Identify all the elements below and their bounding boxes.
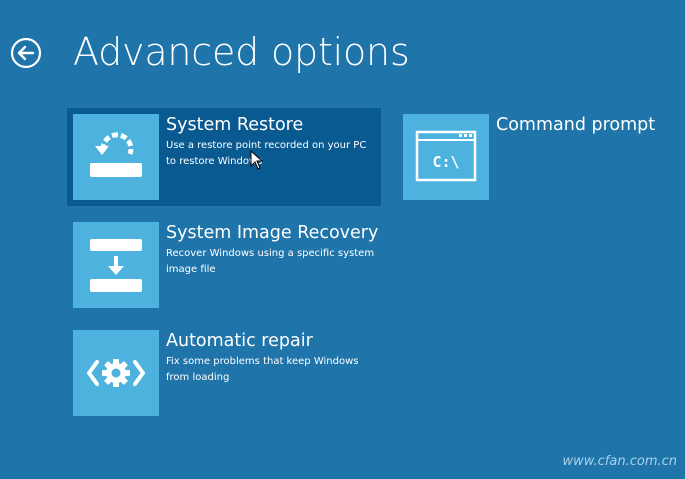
option-title: Automatic repair <box>166 331 313 351</box>
option-description: Use a restore point recorded on your PC … <box>166 140 367 167</box>
page-title: Advanced options <box>73 30 410 74</box>
option-system-restore[interactable]: System Restore Use a restore point recor… <box>67 108 381 206</box>
automatic-repair-icon <box>73 330 159 416</box>
option-title: System Image Recovery <box>166 223 379 243</box>
watermark: www.cfan.com.cn <box>562 454 677 469</box>
option-command-prompt[interactable]: C:\ Command prompt <box>397 108 667 206</box>
system-image-recovery-icon <box>73 222 159 308</box>
mouse-cursor-icon <box>250 149 264 170</box>
option-description: Recover Windows using a specific system … <box>166 248 375 275</box>
back-arrow-icon <box>10 37 42 69</box>
command-prompt-icon-text: C:\ <box>432 153 459 171</box>
back-button[interactable] <box>10 37 42 69</box>
option-title: System Restore <box>166 115 304 135</box>
option-title: Command prompt <box>496 115 656 135</box>
option-system-image-recovery[interactable]: System Image Recovery Recover Windows us… <box>67 216 381 314</box>
option-automatic-repair[interactable]: Automatic repair Fix some problems that … <box>67 324 381 422</box>
option-description: Fix some problems that keep Windows from… <box>166 356 359 383</box>
command-prompt-icon: C:\ <box>403 114 489 200</box>
system-restore-icon <box>73 114 159 200</box>
